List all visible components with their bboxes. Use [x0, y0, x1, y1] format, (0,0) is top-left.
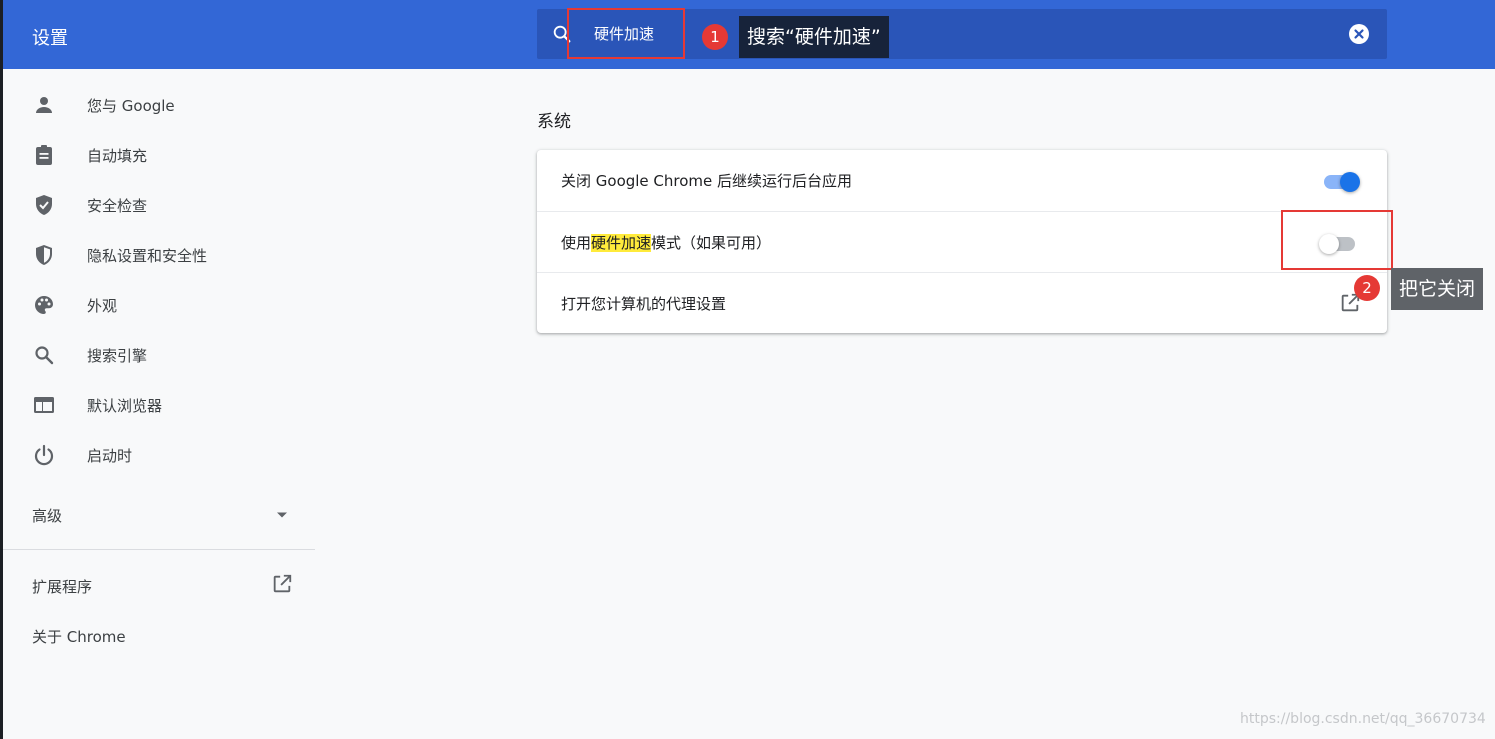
annotation-label-2: 把它关闭 — [1391, 268, 1484, 310]
sidebar-item-about-chrome[interactable]: 关于 Chrome — [32, 626, 126, 647]
annotation-number-2: 2 — [1354, 275, 1380, 301]
sidebar-item-label: 外观 — [87, 297, 118, 315]
search-icon — [35, 346, 54, 365]
setting-row-background-apps[interactable]: 关闭 Google Chrome 后继续运行后台应用 — [537, 150, 1387, 211]
sidebar-divider — [3, 549, 315, 550]
annotation-number-1: 1 — [702, 24, 728, 50]
annotation-box-toggle — [1281, 210, 1393, 270]
setting-row-hardware-acceleration[interactable]: 使用硬件加速模式（如果可用） — [537, 211, 1387, 273]
person-icon — [36, 97, 52, 113]
annotation-box-search — [567, 8, 685, 59]
sidebar-item-label: 您与 Google — [87, 97, 175, 115]
setting-label: 关闭 Google Chrome 后继续运行后台应用 — [561, 172, 853, 190]
label-suffix: 模式（如果可用） — [651, 234, 772, 252]
sidebar-item-privacy[interactable]: 隐私设置和安全性 — [3, 230, 315, 280]
sidebar-item-default-browser[interactable]: 默认浏览器 — [3, 380, 315, 430]
sidebar-item-label: 默认浏览器 — [87, 397, 163, 415]
background-apps-toggle[interactable] — [1322, 171, 1362, 192]
setting-label: 打开您计算机的代理设置 — [561, 295, 727, 313]
sidebar-item-on-startup[interactable]: 启动时 — [3, 430, 315, 480]
close-icon[interactable] — [1349, 24, 1369, 44]
page-title: 设置 — [32, 28, 68, 49]
palette-icon — [35, 296, 53, 314]
toggle-knob — [1340, 172, 1360, 192]
watermark: https://blog.csdn.net/qq_36670734 — [1240, 711, 1486, 727]
setting-row-proxy[interactable]: 打开您计算机的代理设置 — [537, 272, 1387, 334]
sidebar-item-label: 安全检查 — [87, 197, 148, 215]
annotation-label-1: 搜索“硬件加速” — [739, 16, 889, 58]
sidebar-item-appearance[interactable]: 外观 — [3, 280, 315, 330]
shield-half-icon — [36, 245, 52, 265]
label-prefix: 使用 — [561, 234, 592, 252]
sidebar-item-label: 搜索引擎 — [87, 347, 148, 365]
sidebar-item-label: 隐私设置和安全性 — [87, 247, 208, 265]
open-in-new-icon[interactable] — [271, 573, 293, 595]
sidebar-item-extensions[interactable]: 扩展程序 — [32, 576, 92, 597]
search-highlight: 硬件加速 — [591, 234, 652, 252]
system-settings-card: 关闭 Google Chrome 后继续运行后台应用 使用硬件加速模式（如果可用… — [537, 150, 1387, 333]
sidebar-item-safety-check[interactable]: 安全检查 — [3, 180, 315, 230]
browser-icon — [34, 397, 54, 413]
power-icon — [34, 444, 54, 466]
sidebar-item-label: 启动时 — [87, 447, 133, 465]
clipboard-icon — [36, 145, 52, 165]
sidebar-advanced-toggle[interactable]: 高级 — [32, 505, 62, 526]
sidebar-item-label: 自动填充 — [87, 147, 148, 165]
sidebar-item-search-engine[interactable]: 搜索引擎 — [3, 330, 315, 380]
shield-check-icon — [36, 195, 52, 215]
sidebar-item-autofill[interactable]: 自动填充 — [3, 130, 315, 180]
section-title-system: 系统 — [537, 112, 571, 132]
chevron-down-icon[interactable] — [275, 511, 289, 519]
setting-label: 使用硬件加速模式（如果可用） — [561, 232, 771, 253]
sidebar-item-you-and-google[interactable]: 您与 Google — [3, 80, 315, 130]
